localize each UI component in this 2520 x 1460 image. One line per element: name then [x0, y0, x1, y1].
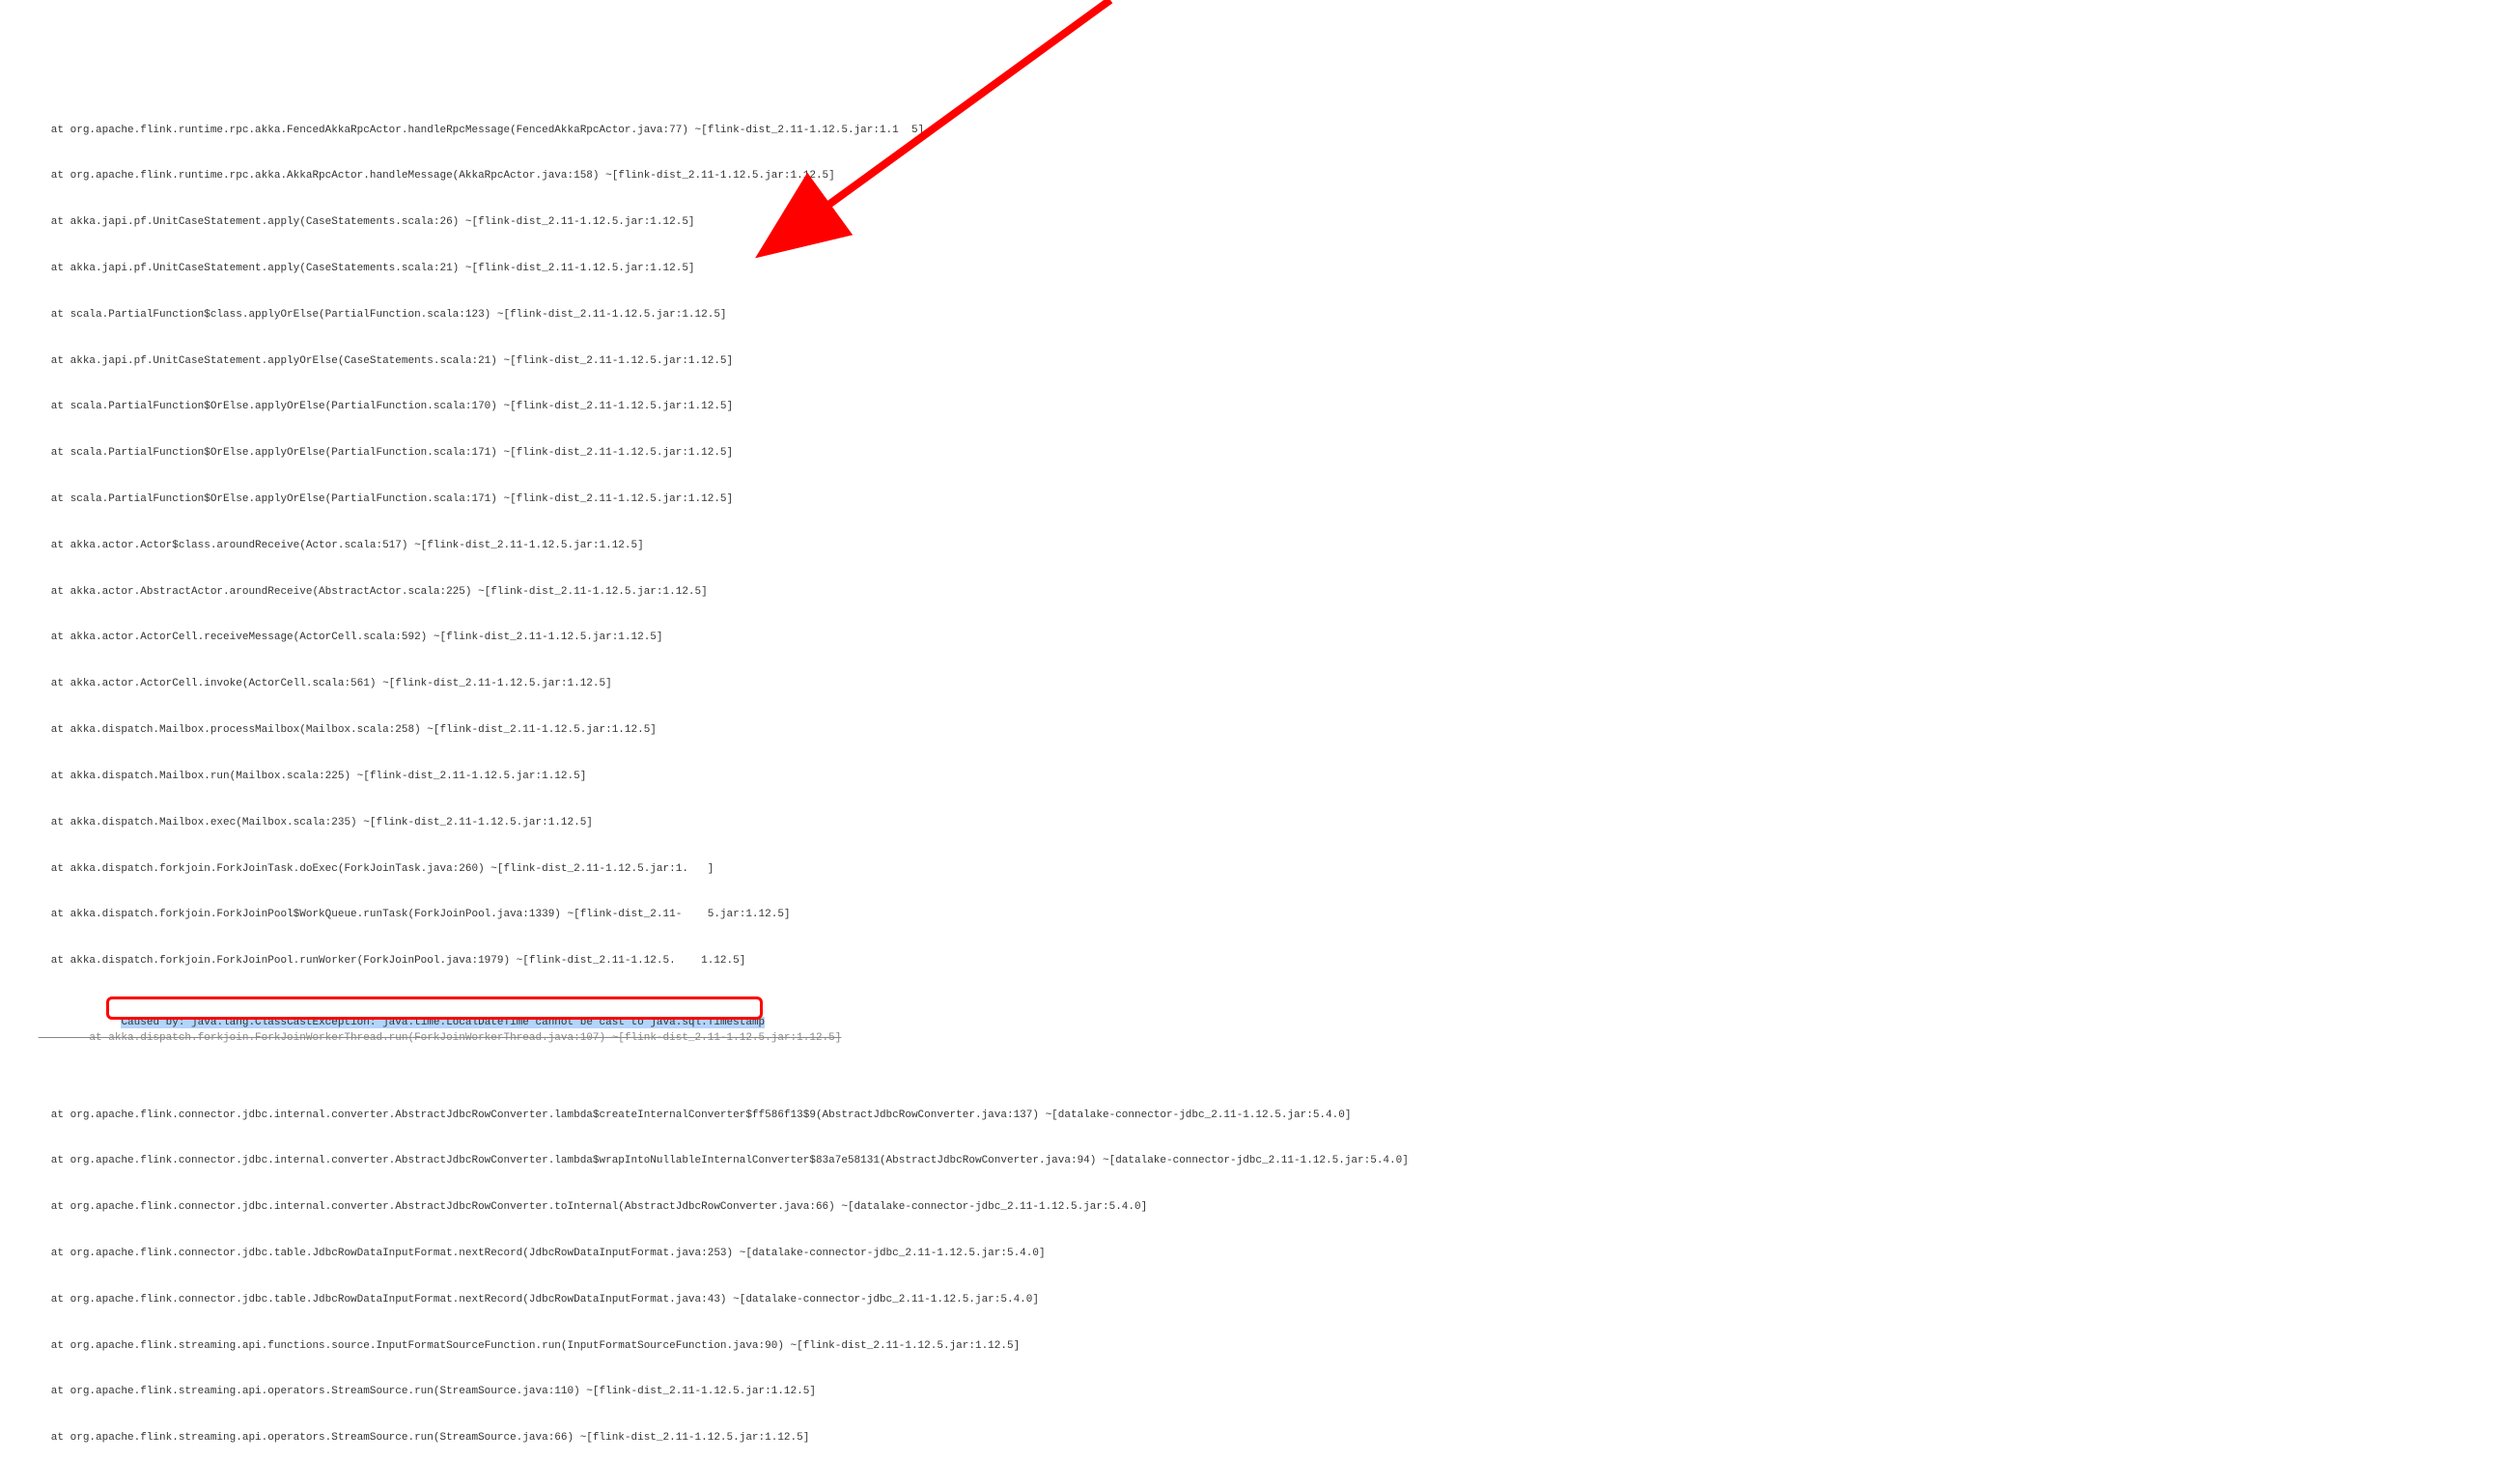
stack-line: at akka.dispatch.Mailbox.processMailbox(… [0, 723, 2520, 739]
stack-line: at org.apache.flink.streaming.api.functi… [0, 1339, 2520, 1355]
stack-line: at akka.dispatch.forkjoin.ForkJoinPool$W… [0, 908, 2520, 923]
stack-line: at org.apache.flink.streaming.api.operat… [0, 1385, 2520, 1400]
stack-line: at org.apache.flink.connector.jdbc.table… [0, 1247, 2520, 1262]
stack-line: at scala.PartialFunction$OrElse.applyOrE… [0, 400, 2520, 415]
stack-line: at org.apache.flink.connector.jdbc.inter… [0, 1109, 2520, 1124]
stack-line: at scala.PartialFunction$OrElse.applyOrE… [0, 446, 2520, 462]
stack-line: at akka.japi.pf.UnitCaseStatement.apply(… [0, 215, 2520, 231]
stack-line: at org.apache.flink.connector.jdbc.inter… [0, 1154, 2520, 1169]
stack-line: at akka.actor.AbstractActor.aroundReceiv… [0, 585, 2520, 601]
stack-line: at org.apache.flink.runtime.rpc.akka.Fen… [0, 124, 2520, 139]
stack-line: at akka.dispatch.Mailbox.exec(Mailbox.sc… [0, 816, 2520, 831]
log-container: at org.apache.flink.runtime.rpc.akka.Fen… [0, 93, 2520, 1460]
stack-line: at akka.japi.pf.UnitCaseStatement.applyO… [0, 354, 2520, 370]
stack-line: at scala.PartialFunction$OrElse.applyOrE… [0, 492, 2520, 508]
stack-line: at org.apache.flink.streaming.api.operat… [0, 1431, 2520, 1446]
stack-line: at org.apache.flink.connector.jdbc.inter… [0, 1200, 2520, 1216]
stack-line: at org.apache.flink.runtime.rpc.akka.Akk… [0, 169, 2520, 184]
stack-line: at akka.actor.ActorCell.receiveMessage(A… [0, 631, 2520, 646]
highlighted-exception-row: at akka.dispatch.forkjoin.ForkJoinWorker… [13, 1000, 841, 1078]
stack-line: at org.apache.flink.connector.jdbc.table… [0, 1293, 2520, 1308]
stack-line: at akka.japi.pf.UnitCaseStatement.apply(… [0, 262, 2520, 277]
red-annotation-box [106, 997, 763, 1020]
stack-line: at akka.dispatch.forkjoin.ForkJoinTask.d… [0, 862, 2520, 878]
stack-line: at akka.actor.Actor$class.aroundReceive(… [0, 539, 2520, 554]
stack-line: at scala.PartialFunction$class.applyOrEl… [0, 308, 2520, 323]
stack-line: at akka.actor.ActorCell.invoke(ActorCell… [0, 677, 2520, 692]
stack-line: at akka.dispatch.Mailbox.run(Mailbox.sca… [0, 770, 2520, 785]
stack-line: at akka.dispatch.forkjoin.ForkJoinPool.r… [0, 954, 2520, 969]
